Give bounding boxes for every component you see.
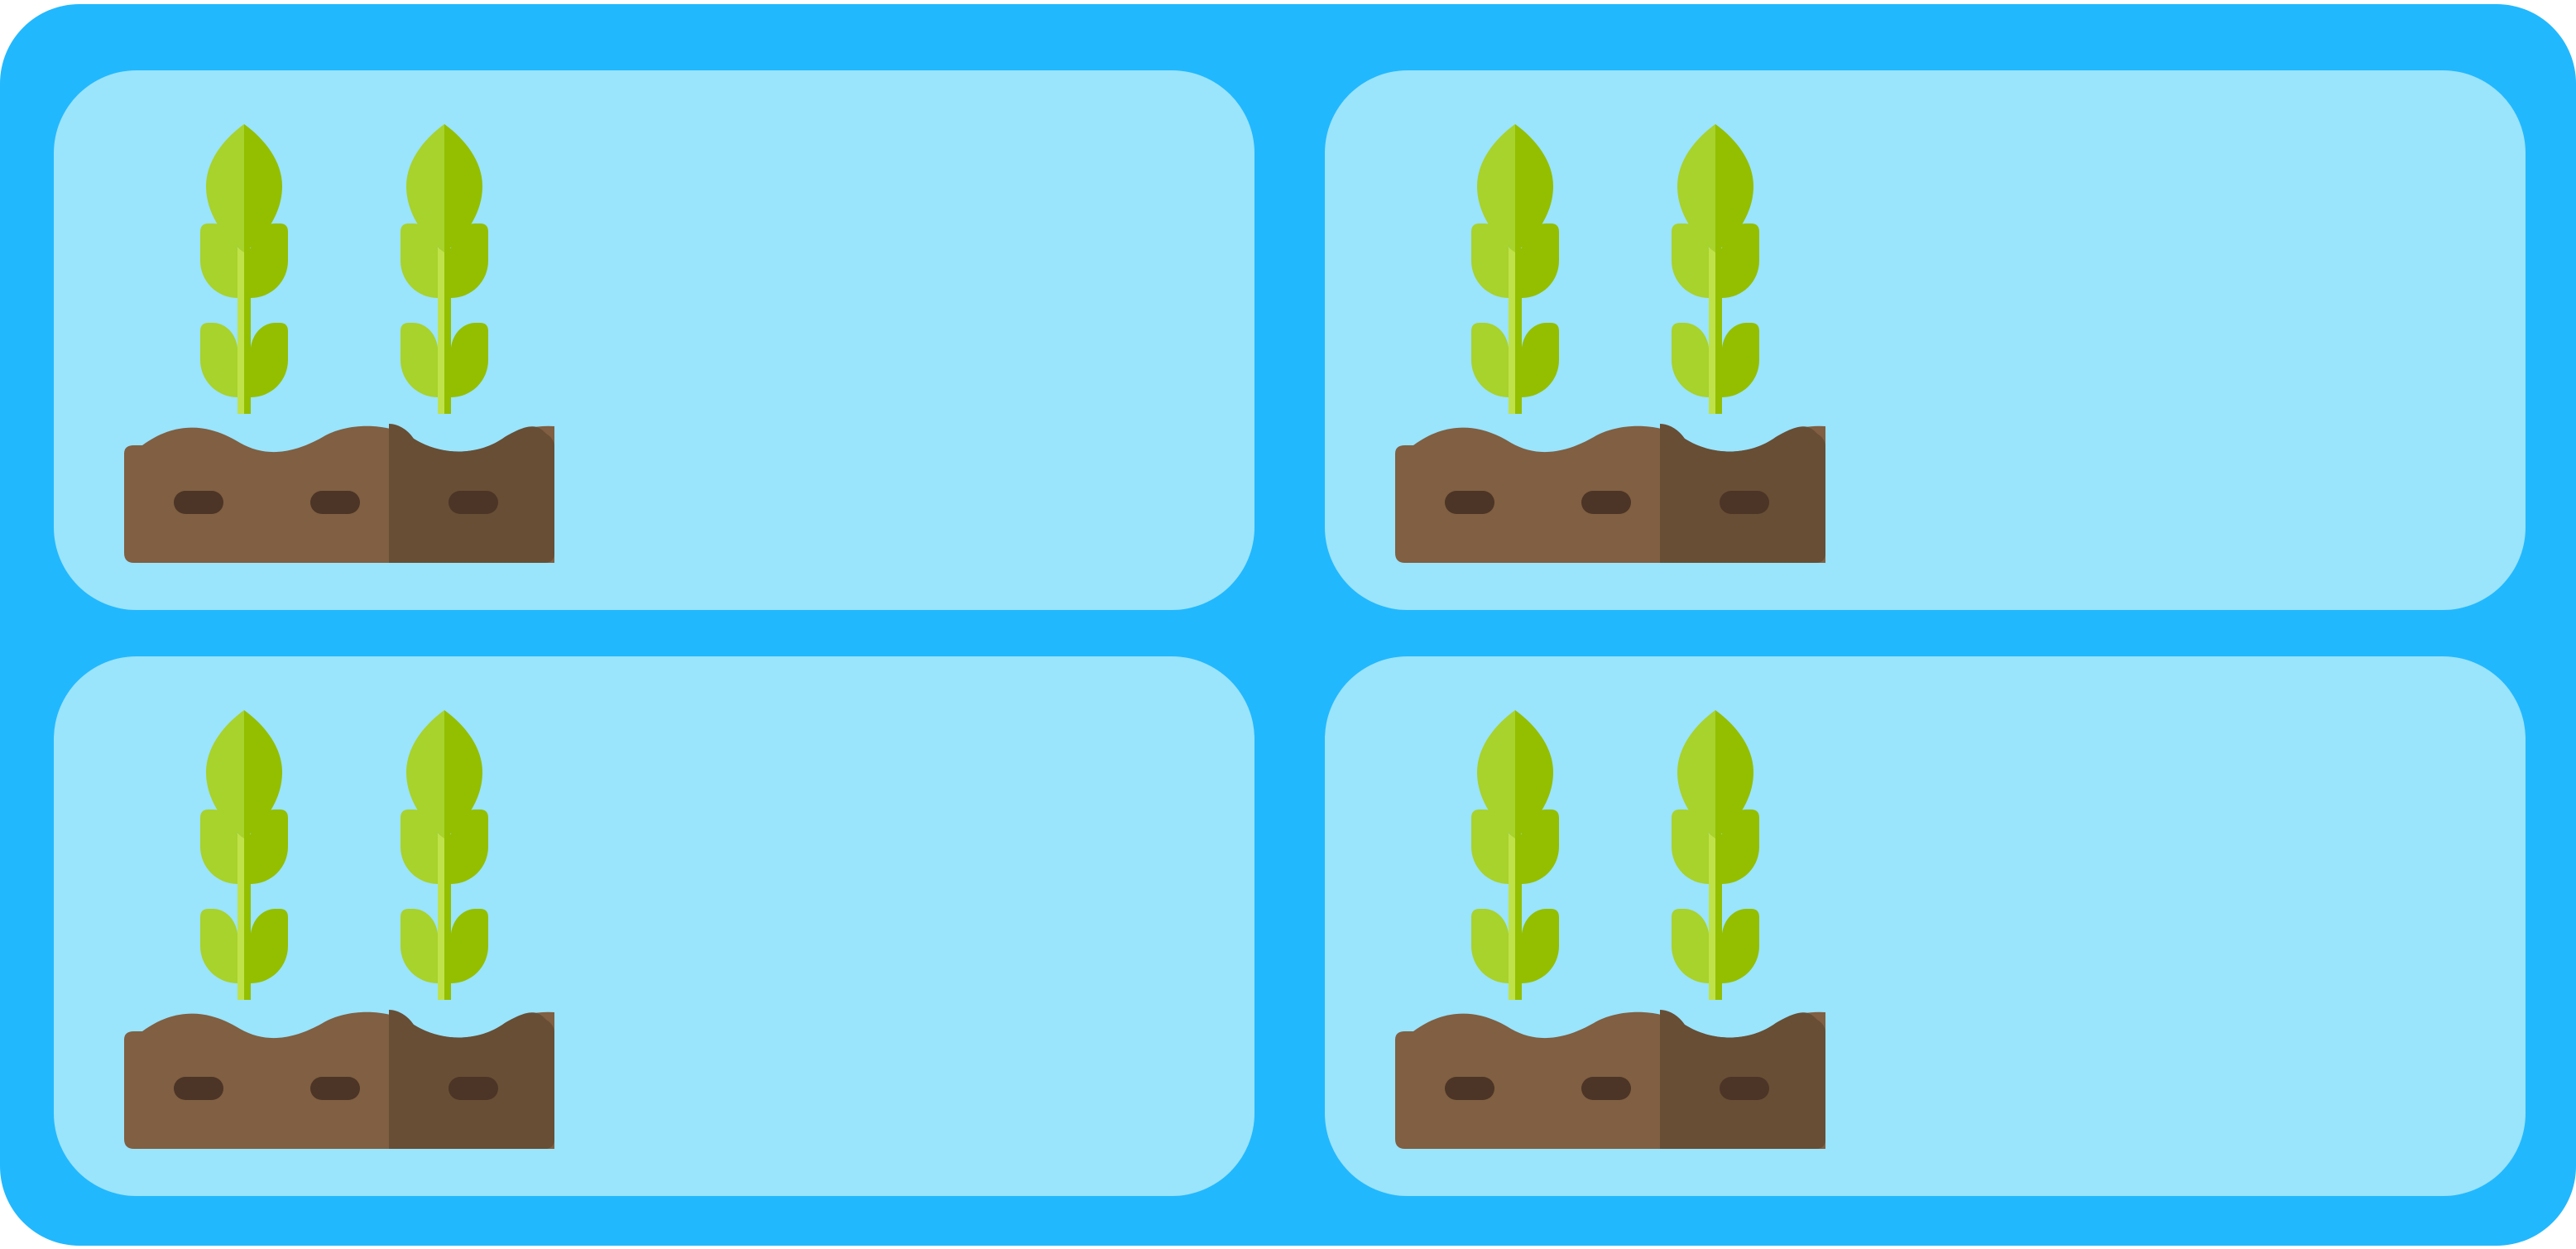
growing-crop-icon [1395,710,1825,1149]
farm-plot[interactable] [54,70,1254,610]
growing-crop-icon [124,710,554,1149]
farm-plot[interactable] [1325,656,2526,1196]
growing-crop-icon [1395,124,1825,563]
farm-plot[interactable] [54,656,1254,1196]
game-board [0,4,2576,1246]
growing-crop-icon [124,124,554,563]
farm-plot[interactable] [1325,70,2526,610]
